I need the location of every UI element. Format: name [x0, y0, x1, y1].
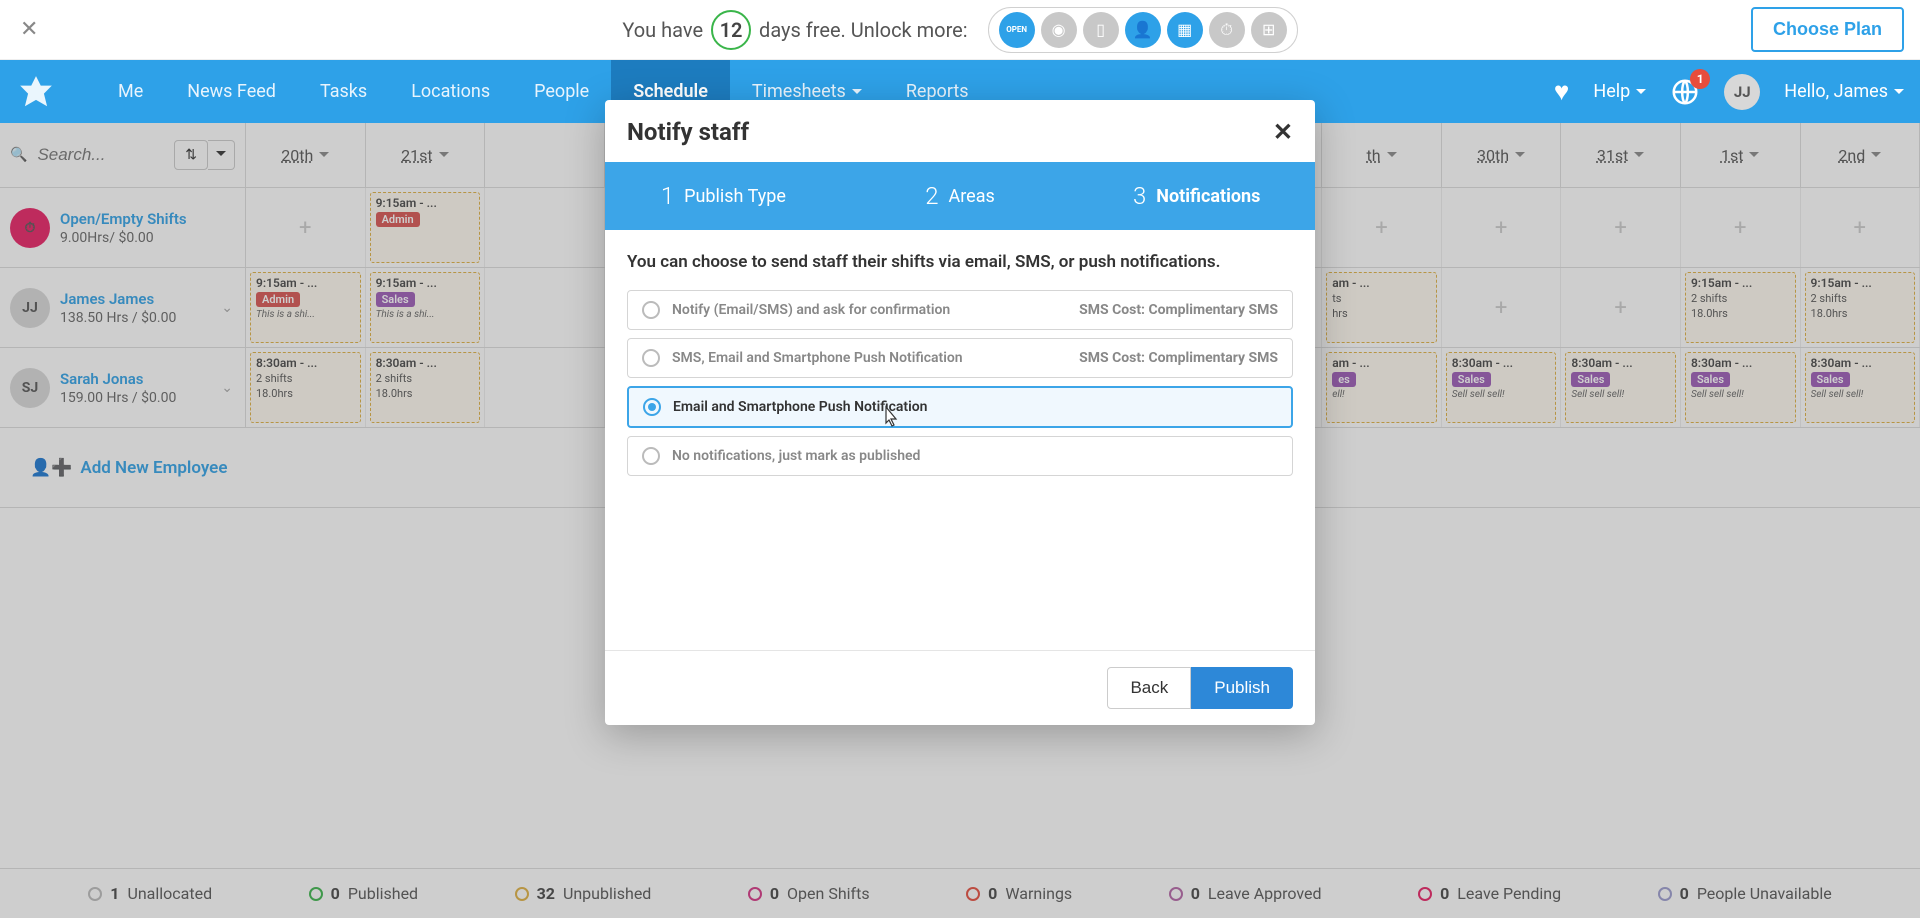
notifications-button[interactable]: 1 [1670, 77, 1700, 107]
caret-down-icon [1636, 89, 1646, 99]
modal-header: Notify staff ✕ [605, 100, 1315, 162]
caret-down-icon [852, 89, 862, 99]
notification-option[interactable]: No notifications, just mark as published [627, 436, 1293, 476]
feature-icon-person: 👤 [1125, 12, 1161, 48]
trial-close-icon[interactable]: ✕ [20, 17, 38, 42]
greeting-label: Hello, James [1784, 81, 1888, 102]
modal-description: You can choose to send staff their shift… [627, 252, 1293, 272]
trial-feature-icons: OPEN ◉ ▯ 👤 ▦ ⏱ ⊞ [988, 7, 1298, 53]
modal-title: Notify staff [627, 118, 749, 146]
notification-option[interactable]: Email and Smartphone Push Notification [627, 386, 1293, 428]
trial-bar: ✕ You have 12 days free. Unlock more: OP… [0, 0, 1920, 60]
feature-icon-stopwatch: ⏱ [1209, 12, 1245, 48]
notification-option[interactable]: Notify (Email/SMS) and ask for confirmat… [627, 290, 1293, 330]
nav-item-me[interactable]: Me [96, 60, 165, 123]
modal-close-icon[interactable]: ✕ [1273, 118, 1293, 146]
logo-icon[interactable] [16, 72, 56, 112]
option-label: Email and Smartphone Push Notification [673, 399, 1277, 415]
nav-item-locations[interactable]: Locations [389, 60, 512, 123]
step-label: Publish Type [684, 186, 786, 207]
step-label: Areas [949, 186, 995, 207]
option-cost: SMS Cost: Complimentary SMS [1079, 302, 1278, 318]
radio-icon [642, 301, 660, 319]
notifications-badge: 1 [1690, 69, 1710, 89]
trial-suffix: days free. Unlock more: [759, 18, 968, 42]
step-label: Notifications [1156, 186, 1260, 207]
notification-option[interactable]: SMS, Email and Smartphone Push Notificat… [627, 338, 1293, 378]
nav-right: ♥ Help 1 JJ Hello, James [1554, 74, 1904, 110]
modal-step[interactable]: 3 Notifications [1078, 162, 1315, 230]
notification-options: Notify (Email/SMS) and ask for confirmat… [627, 290, 1293, 476]
user-avatar[interactable]: JJ [1724, 74, 1760, 110]
modal-footer: Back Publish [605, 650, 1315, 725]
help-menu[interactable]: Help [1593, 81, 1646, 102]
feature-icon-device: ▯ [1083, 12, 1119, 48]
notify-staff-modal: Notify staff ✕ 1 Publish Type 2 Areas 3 Notif… [605, 100, 1315, 725]
help-label: Help [1593, 81, 1630, 102]
back-button[interactable]: Back [1107, 667, 1191, 709]
caret-down-icon [1894, 89, 1904, 99]
option-label: Notify (Email/SMS) and ask for confirmat… [672, 302, 1067, 318]
trial-prefix: You have [622, 18, 703, 42]
feature-icon-grid: ⊞ [1251, 12, 1287, 48]
feature-icon-camera: ◉ [1041, 12, 1077, 48]
heart-icon[interactable]: ♥ [1554, 76, 1569, 107]
modal-step[interactable]: 1 Publish Type [605, 162, 842, 230]
nav-item-people[interactable]: People [512, 60, 611, 123]
trial-text: You have 12 days free. Unlock more: OPEN… [622, 7, 1297, 53]
user-menu[interactable]: Hello, James [1784, 81, 1904, 102]
modal-steps: 1 Publish Type 2 Areas 3 Notifications [605, 162, 1315, 230]
feature-icon-open: OPEN [999, 12, 1035, 48]
radio-icon [643, 398, 661, 416]
step-number: 3 [1133, 182, 1146, 210]
option-label: SMS, Email and Smartphone Push Notificat… [672, 350, 1067, 366]
nav-item-news-feed[interactable]: News Feed [165, 60, 298, 123]
choose-plan-button[interactable]: Choose Plan [1751, 7, 1904, 52]
step-number: 2 [925, 182, 938, 210]
radio-icon [642, 447, 660, 465]
step-number: 1 [661, 182, 674, 210]
modal-step[interactable]: 2 Areas [842, 162, 1079, 230]
trial-days: 12 [711, 10, 751, 50]
modal-body: You can choose to send staff their shift… [605, 230, 1315, 650]
radio-icon [642, 349, 660, 367]
publish-button[interactable]: Publish [1191, 667, 1293, 709]
option-label: No notifications, just mark as published [672, 448, 1278, 464]
option-cost: SMS Cost: Complimentary SMS [1079, 350, 1278, 366]
feature-icon-calendar: ▦ [1167, 12, 1203, 48]
nav-item-tasks[interactable]: Tasks [298, 60, 389, 123]
